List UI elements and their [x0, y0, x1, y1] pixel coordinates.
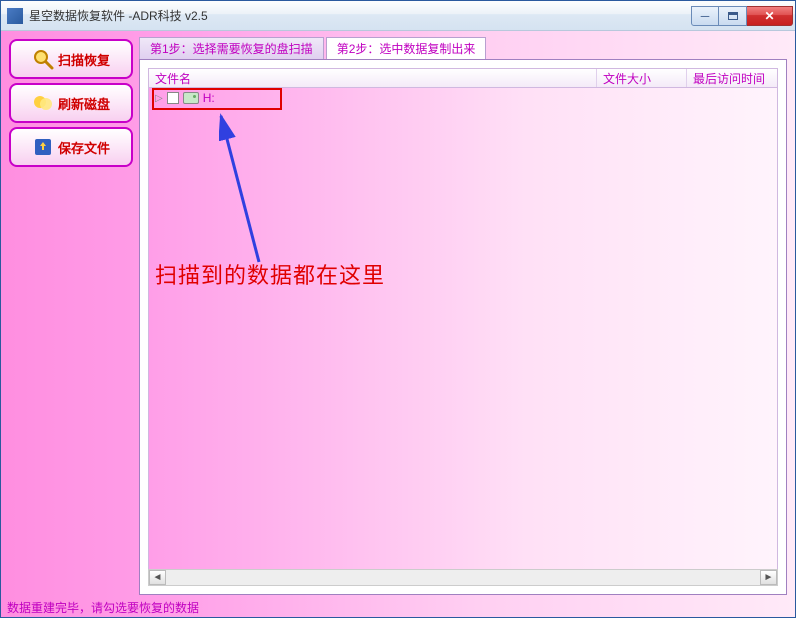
list-item[interactable]: ▷ H:: [149, 88, 777, 108]
scan-recover-button[interactable]: 扫描恢复: [9, 39, 133, 79]
refresh-icon: [32, 92, 54, 114]
titlebar: 星空数据恢复软件 -ADR科技 v2.5 ─ ✕: [1, 1, 795, 31]
magnifier-icon: [32, 48, 54, 70]
tab-label: 第1步：选择需要恢复的盘扫描: [150, 40, 313, 57]
window-controls: ─ ✕: [691, 6, 793, 26]
save-icon: [32, 136, 54, 158]
body-area: 扫描恢复 刷新磁盘 保存文件 第1步：选择需要恢复的盘扫描: [1, 31, 795, 617]
sidebar-item-label: 保存文件: [58, 138, 110, 157]
main-row: 扫描恢复 刷新磁盘 保存文件 第1步：选择需要恢复的盘扫描: [1, 31, 795, 597]
drive-icon: [183, 92, 199, 104]
sidebar-item-label: 扫描恢复: [58, 50, 110, 69]
annotation-arrow-icon: [219, 112, 379, 272]
tab-step2[interactable]: 第2步：选中数据复制出来: [326, 37, 487, 59]
content-area: 第1步：选择需要恢复的盘扫描 第2步：选中数据复制出来 文件名 文件大小 最后访…: [139, 37, 787, 595]
status-text: 数据重建完毕，请勾选要恢复的数据: [7, 599, 199, 616]
expand-icon[interactable]: ▷: [155, 93, 163, 104]
column-filesize[interactable]: 文件大小: [597, 69, 687, 87]
refresh-disk-button[interactable]: 刷新磁盘: [9, 83, 133, 123]
tabs: 第1步：选择需要恢复的盘扫描 第2步：选中数据复制出来: [139, 37, 787, 59]
scroll-track[interactable]: [166, 570, 760, 585]
maximize-button[interactable]: [719, 6, 747, 26]
scroll-left-button[interactable]: ◄: [149, 570, 166, 585]
checkbox[interactable]: [167, 92, 179, 104]
app-icon: [7, 8, 23, 24]
tab-label: 第2步：选中数据复制出来: [337, 40, 476, 57]
app-window: 星空数据恢复软件 -ADR科技 v2.5 ─ ✕ 扫描恢复 刷新: [0, 0, 796, 618]
status-bar: 数据重建完毕，请勾选要恢复的数据: [1, 597, 795, 617]
sidebar: 扫描恢复 刷新磁盘 保存文件: [9, 37, 133, 595]
scroll-right-button[interactable]: ►: [760, 570, 777, 585]
save-file-button[interactable]: 保存文件: [9, 127, 133, 167]
result-panel: 文件名 文件大小 最后访问时间 ▷ H:: [139, 59, 787, 595]
close-button[interactable]: ✕: [747, 6, 793, 26]
maximize-icon: [728, 12, 738, 20]
drive-label: H:: [203, 91, 215, 105]
list-header: 文件名 文件大小 最后访问时间: [148, 68, 778, 88]
annotation-text: 扫描到的数据都在这里: [155, 258, 385, 290]
list-body: ▷ H: 扫描到的数据都在这里: [148, 88, 778, 586]
column-lastaccess[interactable]: 最后访问时间: [687, 69, 777, 87]
tab-step1[interactable]: 第1步：选择需要恢复的盘扫描: [139, 37, 324, 59]
column-filename[interactable]: 文件名: [149, 69, 597, 87]
horizontal-scrollbar[interactable]: ◄ ►: [148, 569, 778, 586]
minimize-button[interactable]: ─: [691, 6, 719, 26]
window-title: 星空数据恢复软件 -ADR科技 v2.5: [29, 7, 691, 24]
sidebar-item-label: 刷新磁盘: [58, 94, 110, 113]
